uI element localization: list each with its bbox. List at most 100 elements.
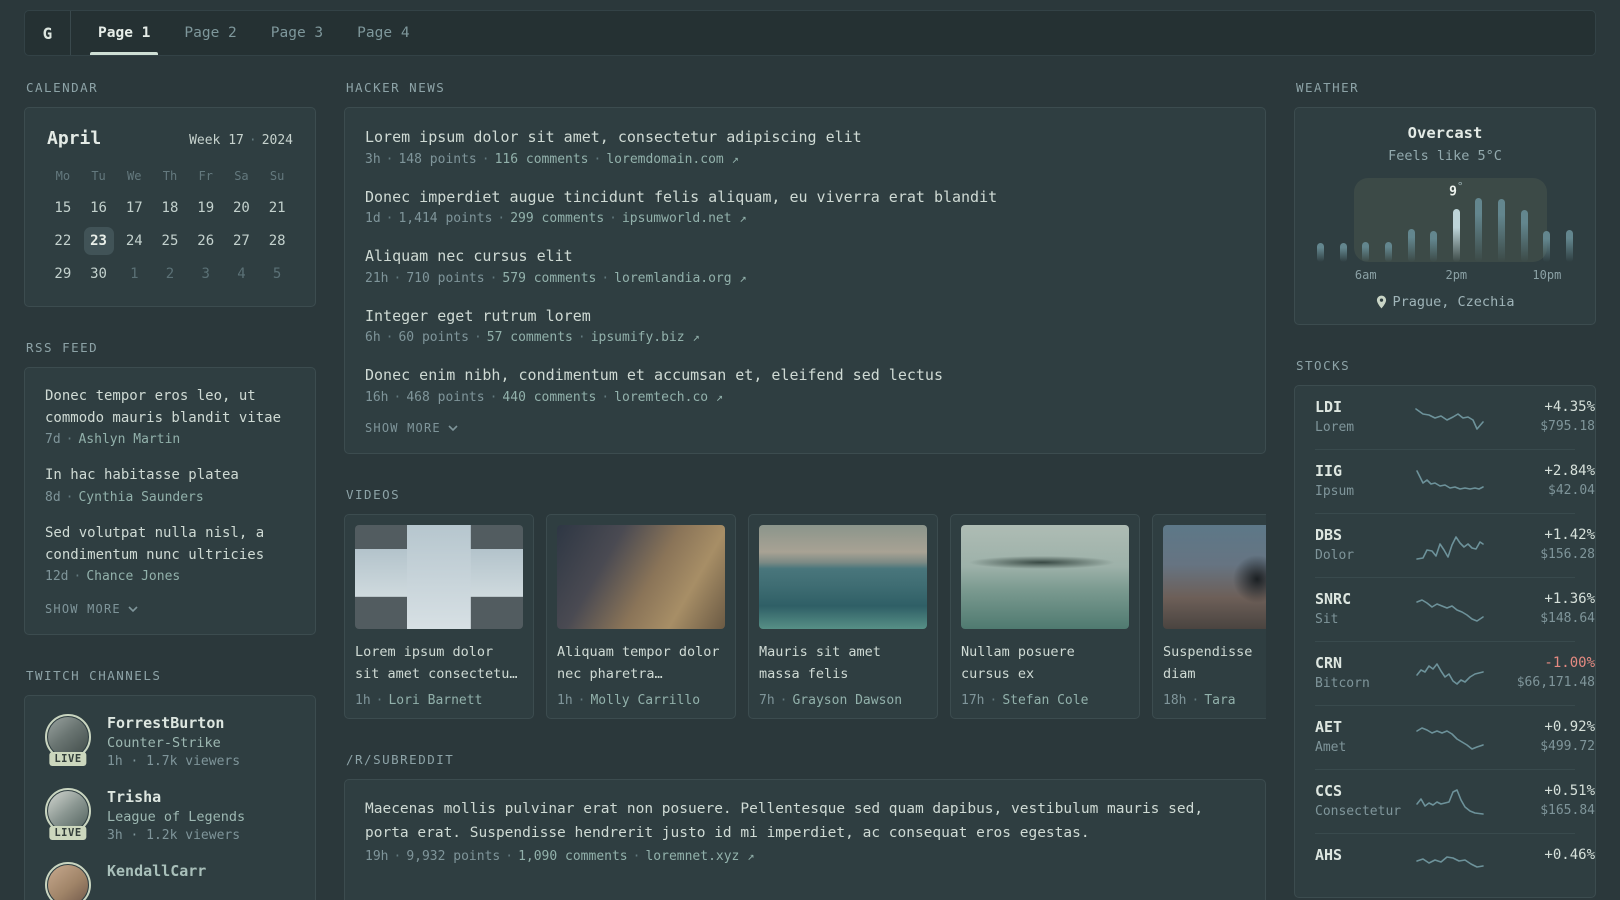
stock-ticker[interactable]: AHS [1315, 846, 1415, 864]
video-title[interactable]: Lorem ipsum dolor sit amet consectetu… [355, 641, 523, 686]
twitch-channel-name[interactable]: Trisha [107, 788, 245, 806]
rss-item-title[interactable]: Sed volutpat nulla nisl, a condimentum n… [45, 523, 295, 566]
weather-bar [1339, 243, 1347, 262]
weather-feels-like: Feels like 5°C [1388, 148, 1502, 164]
current-temperature: 9° [1449, 180, 1464, 200]
video-card[interactable]: Mauris sit amet massa felis 7h · Grayson D… [748, 513, 938, 720]
rss-item: Sed volutpat nulla nisl, a condimentum n… [45, 523, 295, 584]
video-title[interactable]: Nullam posuere cursus ex [961, 641, 1129, 686]
tab-page-2[interactable]: Page 2 [178, 11, 242, 55]
rss-item-author[interactable]: Chance Jones [86, 569, 180, 584]
video-author[interactable]: Lori Barnett [388, 693, 482, 708]
story-domain-link[interactable]: loremlandia.org ↗ [614, 271, 746, 286]
video-thumbnail[interactable] [961, 524, 1129, 629]
weather-widget: WEATHER Overcast Feels like 5°C 9° 6am 2… [1294, 80, 1596, 325]
hn-story-title[interactable]: Aliquam nec cursus elit [365, 245, 1245, 268]
live-badge: LIVE [49, 752, 87, 767]
stock-ticker[interactable]: IIG [1315, 462, 1415, 480]
videos-row: Lorem ipsum dolor sit amet consectetu… 1… [344, 513, 1266, 720]
video-card[interactable]: Lorem ipsum dolor sit amet consectetu… 1… [344, 513, 534, 720]
app-logo[interactable]: G [25, 11, 71, 55]
tab-page-1[interactable]: Page 1 [89, 11, 159, 55]
stock-ticker[interactable]: AET [1315, 718, 1415, 736]
video-title[interactable]: Aliquam tempor dolor nec pharetra… [557, 641, 725, 686]
video-title[interactable]: Suspendisse diam [1163, 641, 1266, 686]
story-comments-link[interactable]: 299 comments [510, 211, 604, 226]
subreddit-card: Maecenas mollis pulvinar erat non posuer… [344, 779, 1266, 900]
calendar-day-next-month: 3 [201, 266, 210, 282]
hackernews-show-more-button[interactable]: SHOW MORE [365, 421, 1245, 435]
story-domain-link[interactable]: loremtech.co ↗ [614, 390, 723, 405]
hn-story-title[interactable]: Donec enim nibh, condimentum et accumsan… [365, 364, 1245, 387]
stock-price: $66,171.48 [1516, 675, 1595, 690]
twitch-channel-name[interactable]: ForrestBurton [107, 714, 240, 732]
story-points: 710 points [406, 270, 485, 286]
stock-ticker[interactable]: CRN [1315, 654, 1415, 672]
video-title[interactable]: Mauris sit amet massa felis [759, 641, 927, 686]
dot-separator: · [489, 270, 498, 286]
story-domain-link[interactable]: loremdomain.com ↗ [606, 152, 738, 167]
stock-row[interactable]: CRN Bitcorn -1.00% $66,171.48 [1315, 641, 1595, 705]
rss-item-author[interactable]: Cynthia Saunders [78, 490, 203, 505]
subreddit-widget: /R/SUBREDDIT Maecenas mollis pulvinar er… [344, 752, 1266, 900]
stock-ticker[interactable]: SNRC [1315, 590, 1415, 608]
post-comments-link[interactable]: 1,090 comments [518, 849, 628, 864]
story-comments-link[interactable]: 440 comments [502, 390, 596, 405]
stock-row[interactable]: AET Amet +0.92% $499.72 [1315, 705, 1595, 769]
rss-show-more-button[interactable]: SHOW MORE [45, 602, 295, 616]
tab-page-3[interactable]: Page 3 [265, 11, 329, 55]
tab-page-4[interactable]: Page 4 [351, 11, 415, 55]
stock-row[interactable]: SNRC Sit +1.36% $148.64 [1315, 577, 1595, 641]
video-card[interactable]: Aliquam tempor dolor nec pharetra… 1h · Mo… [546, 513, 736, 720]
stock-row[interactable]: LDI Lorem +4.35% $795.18 [1315, 386, 1595, 449]
video-thumbnail[interactable] [355, 524, 523, 629]
post-domain-link[interactable]: loremnet.xyz ↗ [645, 849, 754, 864]
rss-item-title[interactable]: Donec tempor eros leo, ut commodo mauris… [45, 386, 295, 429]
rss-widget: RSS FEED Donec tempor eros leo, ut commo… [24, 340, 316, 636]
video-thumbnail[interactable] [557, 524, 725, 629]
stock-ticker[interactable]: DBS [1315, 526, 1415, 544]
hn-story-title[interactable]: Donec imperdiet augue tincidunt felis al… [365, 186, 1245, 209]
twitch-channel-row[interactable]: LIVE ForrestBurton Counter-Strike 1h · 1… [45, 714, 295, 769]
video-author[interactable]: Molly Carrillo [590, 693, 700, 708]
stock-ticker[interactable]: LDI [1315, 398, 1415, 416]
weather-card: Overcast Feels like 5°C 9° 6am 2pm 10pm … [1294, 107, 1596, 325]
stock-change: +0.92% [1544, 719, 1595, 735]
story-domain-link[interactable]: ipsumworld.net ↗ [622, 211, 747, 226]
stock-price: $499.72 [1540, 739, 1595, 754]
story-domain-link[interactable]: ipsumify.biz ↗ [591, 330, 700, 345]
post-age: 19h [365, 848, 389, 864]
story-age: 21h [365, 270, 389, 286]
stock-row[interactable]: AHS +0.46% [1315, 833, 1595, 897]
twitch-channel-game[interactable]: League of Legends [107, 809, 245, 825]
story-comments-link[interactable]: 579 comments [502, 271, 596, 286]
hn-story-title[interactable]: Integer eget rutrum lorem [365, 305, 1245, 328]
video-author[interactable]: Stefan Cole [1002, 693, 1088, 708]
twitch-channel-viewers: 3h · 1.2k viewers [107, 828, 241, 844]
hour-label: 2pm [1445, 268, 1468, 282]
subreddit-widget-label: /R/SUBREDDIT [346, 752, 455, 768]
stock-ticker[interactable]: CCS [1315, 782, 1415, 800]
stock-row[interactable]: IIG Ipsum +2.84% $42.04 [1315, 449, 1595, 513]
reddit-post-title[interactable]: Maecenas mollis pulvinar erat non posuer… [365, 798, 1245, 846]
video-thumbnail[interactable] [1163, 524, 1266, 629]
rss-item-title[interactable]: In hac habitasse platea [45, 465, 295, 487]
video-author[interactable]: Tara [1204, 693, 1235, 708]
stock-row[interactable]: CCS Consectetur +0.51% $165.84 [1315, 769, 1595, 833]
video-age: 7h [759, 693, 775, 709]
stock-row[interactable]: DBS Dolor +1.42% $156.28 [1315, 513, 1595, 577]
story-comments-link[interactable]: 57 comments [487, 330, 573, 345]
video-card[interactable]: Nullam posuere cursus ex 17h · Stefan Cole [950, 513, 1140, 720]
story-comments-link[interactable]: 116 comments [495, 152, 589, 167]
hn-story-title[interactable]: Lorem ipsum dolor sit amet, consectetur … [365, 126, 1245, 149]
video-author[interactable]: Grayson Dawson [792, 693, 902, 708]
twitch-channel-name[interactable]: KendallCarr [107, 862, 206, 880]
twitch-channel-row[interactable]: KendallCarr [45, 862, 295, 900]
video-thumbnail[interactable] [759, 524, 927, 629]
twitch-channel-row[interactable]: LIVE Trisha League of Legends 3h · 1.2k … [45, 788, 295, 843]
weather-bar [1430, 231, 1438, 262]
stock-name [1315, 868, 1415, 885]
rss-item-author[interactable]: Ashlyn Martin [78, 432, 180, 447]
video-card[interactable]: Suspendisse diam 18h · Tara [1152, 513, 1266, 720]
twitch-channel-game[interactable]: Counter-Strike [107, 735, 240, 751]
